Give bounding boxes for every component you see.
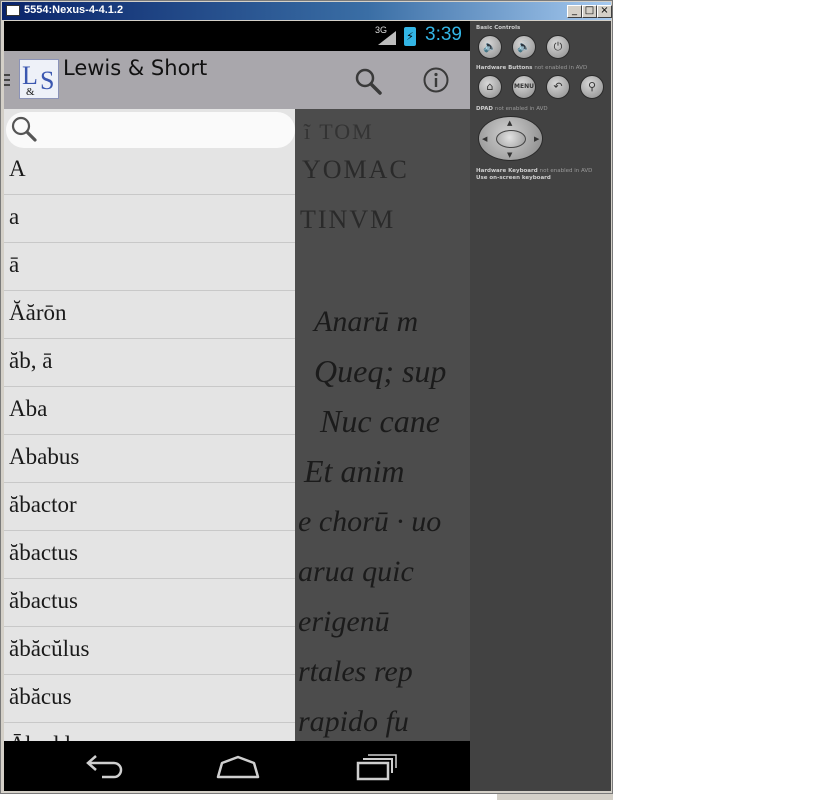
- logo-letter-s: S: [40, 66, 55, 95]
- dpad-control[interactable]: ▲ ▼ ◀ ▶: [478, 116, 543, 161]
- manuscript-line: YOMAC: [302, 155, 409, 184]
- manuscript-line: arua quic: [298, 555, 414, 588]
- dpad-label: DPAD not enabled in AVD: [476, 106, 548, 112]
- list-item[interactable]: ā: [4, 243, 295, 291]
- search-icon[interactable]: [354, 67, 382, 95]
- dpad-note: not enabled in AVD: [494, 106, 548, 112]
- search-input[interactable]: [6, 112, 295, 148]
- manuscript-line: rtales rep: [298, 655, 413, 688]
- hardware-keyboard-label: Hardware Keyboard not enabled in AVD: [476, 168, 592, 174]
- manuscript-line: Nuc cane: [320, 403, 440, 439]
- volume-down-button[interactable]: 🔈: [478, 35, 502, 59]
- window-title: 5554:Nexus-4-4.1.2: [24, 4, 124, 16]
- word-label: Aba: [9, 396, 48, 421]
- manuscript-line: Queq; sup: [314, 353, 447, 389]
- minimize-button[interactable]: _: [567, 5, 582, 18]
- back-hw-button[interactable]: ↶: [546, 75, 570, 99]
- hardware-buttons-note: not enabled in AVD: [534, 65, 588, 71]
- dpad-center-button[interactable]: [496, 130, 526, 148]
- manuscript-line: erigenū: [298, 605, 390, 638]
- word-label: ăb, ā: [9, 348, 53, 373]
- dpad-left-icon[interactable]: ◀: [482, 136, 487, 143]
- signal-icon: [378, 31, 396, 45]
- action-bar: L S & Lewis & Short: [4, 51, 470, 109]
- word-list: A a ā Ăărōn ăb, ā Aba Ababus ăbactor ăba…: [4, 147, 295, 741]
- hardware-buttons-title: Hardware Buttons: [476, 65, 533, 71]
- list-item[interactable]: ăb, ā: [4, 339, 295, 387]
- word-label: Ababus: [9, 444, 80, 469]
- window-titlebar[interactable]: 5554:Nexus-4-4.1.2 _ □ ×: [2, 2, 612, 20]
- list-item[interactable]: A: [4, 147, 295, 195]
- volume-up-button[interactable]: 🔊: [512, 35, 536, 59]
- dpad-right-icon[interactable]: ▶: [534, 136, 539, 143]
- keyboard-title: Hardware Keyboard: [476, 168, 538, 174]
- battery-icon: ⚡: [404, 27, 416, 46]
- dpad-down-icon[interactable]: ▼: [507, 152, 512, 159]
- word-label: ăbăcus: [9, 684, 72, 709]
- word-label: Ābaddon: [9, 732, 93, 741]
- keyboard-note: not enabled in AVD: [539, 168, 593, 174]
- list-item[interactable]: ăbactus: [4, 531, 295, 579]
- list-item[interactable]: a: [4, 195, 295, 243]
- dpad-up-icon[interactable]: ▲: [507, 120, 512, 127]
- manuscript-line: e chorū · uo: [298, 505, 442, 538]
- list-item[interactable]: ăbactus: [4, 579, 295, 627]
- manuscript-line: TINVM: [300, 205, 396, 234]
- home-icon[interactable]: [214, 751, 262, 781]
- logo-ampersand: &: [26, 86, 35, 98]
- manuscript-line: Anarū m: [314, 305, 419, 338]
- taskbar-fragment: [497, 794, 613, 800]
- list-item[interactable]: ăbăcŭlus: [4, 627, 295, 675]
- word-label: a: [9, 204, 20, 229]
- word-label: Ăărōn: [9, 300, 67, 325]
- word-label: ăbăcŭlus: [9, 636, 90, 661]
- info-icon[interactable]: [423, 67, 449, 93]
- dpad-title: DPAD: [476, 106, 493, 112]
- basic-controls-label: Basic Controls: [476, 25, 521, 31]
- word-label: ăbactus: [9, 540, 78, 565]
- word-label: ăbactor: [9, 492, 77, 517]
- hardware-buttons-label: Hardware Buttons not enabled in AVD: [476, 65, 587, 71]
- list-item[interactable]: Aba: [4, 387, 295, 435]
- nav-bar: [4, 741, 470, 791]
- device-screen: 3G ⚡ 3:39 L S & Lewis & Short ĩ TOM YOMA…: [4, 21, 470, 791]
- manuscript-line: ĩ TOM: [304, 119, 374, 144]
- word-label: ā: [9, 252, 20, 277]
- app-logo[interactable]: L S &: [19, 59, 59, 99]
- power-button[interactable]: ⏻: [546, 35, 570, 59]
- list-item[interactable]: Ăărōn: [4, 291, 295, 339]
- back-icon[interactable]: [80, 751, 128, 781]
- emulator-window: 5554:Nexus-4-4.1.2 _ □ × 3G ⚡ 3:39 L S &…: [0, 0, 613, 794]
- close-button[interactable]: ×: [597, 5, 612, 18]
- search-hw-button[interactable]: ⚲: [580, 75, 604, 99]
- keyboard-note-2: Use on-screen keyboard: [476, 175, 551, 181]
- maximize-button[interactable]: □: [582, 5, 597, 18]
- window-app-icon: [6, 5, 20, 16]
- word-label: A: [9, 156, 26, 181]
- recent-apps-icon[interactable]: [350, 751, 398, 781]
- list-item[interactable]: ăbăcus: [4, 675, 295, 723]
- app-title: Lewis & Short: [63, 56, 208, 80]
- navigation-drawer: A a ā Ăărōn ăb, ā Aba Ababus ăbactor ăba…: [4, 109, 295, 741]
- home-hw-button[interactable]: ⌂: [478, 75, 502, 99]
- manuscript-line: rapido fu: [298, 705, 409, 738]
- menu-hw-button[interactable]: MENU: [512, 75, 536, 99]
- manuscript-line: Et anim: [304, 453, 405, 489]
- list-item[interactable]: Ababus: [4, 435, 295, 483]
- list-item[interactable]: Ābaddon: [4, 723, 295, 741]
- drawer-indicator-icon[interactable]: [4, 74, 10, 86]
- status-clock: 3:39: [425, 24, 462, 45]
- list-item[interactable]: ăbactor: [4, 483, 295, 531]
- status-bar: 3G ⚡ 3:39: [4, 21, 470, 51]
- emulator-controls: Basic Controls 🔈 🔊 ⏻ Hardware Buttons no…: [470, 21, 611, 791]
- word-label: ăbactus: [9, 588, 78, 613]
